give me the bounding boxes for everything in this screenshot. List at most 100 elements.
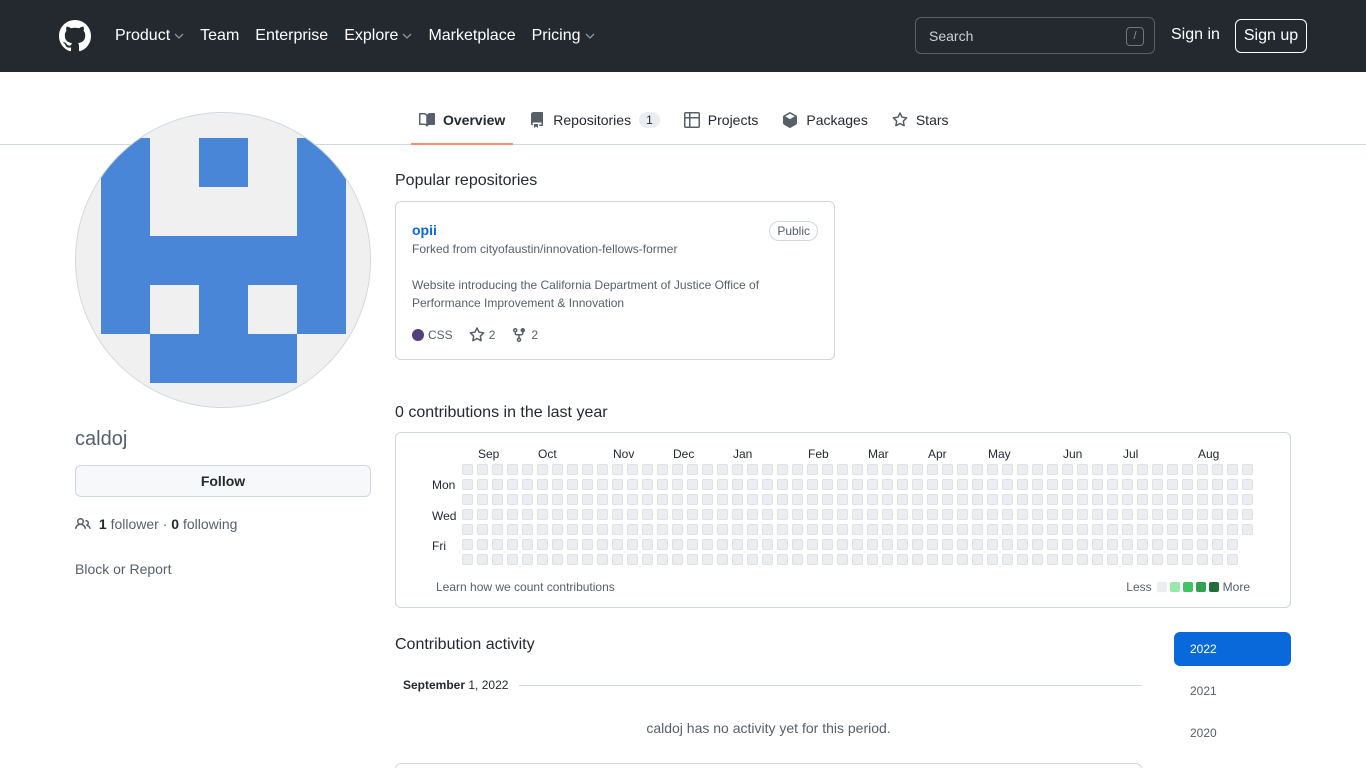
contribution-day-cell[interactable] xyxy=(927,479,938,490)
contribution-day-cell[interactable] xyxy=(1062,539,1073,550)
contribution-day-cell[interactable] xyxy=(1197,509,1208,520)
contribution-day-cell[interactable] xyxy=(1002,554,1013,565)
contribution-day-cell[interactable] xyxy=(1122,464,1133,475)
contribution-day-cell[interactable] xyxy=(567,479,578,490)
contribution-day-cell[interactable] xyxy=(957,464,968,475)
contribution-day-cell[interactable] xyxy=(1137,524,1148,535)
contribution-day-cell[interactable] xyxy=(987,479,998,490)
contribution-day-cell[interactable] xyxy=(837,524,848,535)
contribution-day-cell[interactable] xyxy=(507,494,518,505)
contribution-day-cell[interactable] xyxy=(1182,509,1193,520)
contribution-day-cell[interactable] xyxy=(807,464,818,475)
contribution-day-cell[interactable] xyxy=(792,539,803,550)
contribution-day-cell[interactable] xyxy=(807,479,818,490)
contribution-day-cell[interactable] xyxy=(1047,479,1058,490)
tab-repositories[interactable]: Repositories 1 xyxy=(521,96,668,144)
contribution-day-cell[interactable] xyxy=(612,539,623,550)
contribution-day-cell[interactable] xyxy=(822,509,833,520)
contribution-day-cell[interactable] xyxy=(702,539,713,550)
contribution-day-cell[interactable] xyxy=(1062,494,1073,505)
contribution-day-cell[interactable] xyxy=(522,494,533,505)
contribution-day-cell[interactable] xyxy=(927,539,938,550)
contribution-day-cell[interactable] xyxy=(1017,524,1028,535)
year-2021-button[interactable]: 2021 xyxy=(1174,674,1291,708)
contribution-day-cell[interactable] xyxy=(987,524,998,535)
contribution-day-cell[interactable] xyxy=(507,554,518,565)
contribution-day-cell[interactable] xyxy=(792,509,803,520)
tab-overview[interactable]: Overview xyxy=(411,96,514,145)
github-logo-icon[interactable] xyxy=(59,20,91,52)
contribution-day-cell[interactable] xyxy=(657,524,668,535)
contribution-day-cell[interactable] xyxy=(1197,464,1208,475)
contribution-day-cell[interactable] xyxy=(612,494,623,505)
contribution-day-cell[interactable] xyxy=(1212,539,1223,550)
contribution-day-cell[interactable] xyxy=(1032,494,1043,505)
contribution-day-cell[interactable] xyxy=(567,464,578,475)
contribution-day-cell[interactable] xyxy=(1062,479,1073,490)
contribution-day-cell[interactable] xyxy=(537,509,548,520)
contribution-day-cell[interactable] xyxy=(1242,509,1253,520)
contribution-day-cell[interactable] xyxy=(837,554,848,565)
contribution-day-cell[interactable] xyxy=(972,554,983,565)
contribution-day-cell[interactable] xyxy=(897,509,908,520)
contribution-day-cell[interactable] xyxy=(972,494,983,505)
contribution-day-cell[interactable] xyxy=(522,524,533,535)
contribution-day-cell[interactable] xyxy=(987,464,998,475)
contribution-day-cell[interactable] xyxy=(1032,539,1043,550)
contribution-day-cell[interactable] xyxy=(882,494,893,505)
contribution-day-cell[interactable] xyxy=(1047,464,1058,475)
nav-enterprise[interactable]: Enterprise xyxy=(255,27,328,45)
contribution-day-cell[interactable] xyxy=(1077,539,1088,550)
contribution-day-cell[interactable] xyxy=(612,509,623,520)
contribution-day-cell[interactable] xyxy=(807,524,818,535)
contribution-day-cell[interactable] xyxy=(912,479,923,490)
contribution-day-cell[interactable] xyxy=(1077,479,1088,490)
contribution-day-cell[interactable] xyxy=(1197,554,1208,565)
contribution-day-cell[interactable] xyxy=(1032,554,1043,565)
contribution-day-cell[interactable] xyxy=(1212,479,1223,490)
contribution-day-cell[interactable] xyxy=(837,479,848,490)
contribution-day-cell[interactable] xyxy=(672,464,683,475)
contribution-day-cell[interactable] xyxy=(927,509,938,520)
contribution-day-cell[interactable] xyxy=(507,539,518,550)
contribution-day-cell[interactable] xyxy=(1107,509,1118,520)
block-report-link[interactable]: Block or Report xyxy=(75,561,171,577)
contribution-day-cell[interactable] xyxy=(702,524,713,535)
contribution-day-cell[interactable] xyxy=(777,524,788,535)
contribution-day-cell[interactable] xyxy=(792,524,803,535)
contribution-day-cell[interactable] xyxy=(657,509,668,520)
contribution-day-cell[interactable] xyxy=(1227,479,1238,490)
contribution-day-cell[interactable] xyxy=(1137,509,1148,520)
contribution-day-cell[interactable] xyxy=(657,494,668,505)
contribution-day-cell[interactable] xyxy=(942,524,953,535)
nav-marketplace[interactable]: Marketplace xyxy=(428,27,515,45)
learn-contributions-link[interactable]: Learn how we count contributions xyxy=(436,580,615,594)
contribution-day-cell[interactable] xyxy=(492,539,503,550)
contribution-day-cell[interactable] xyxy=(717,554,728,565)
contribution-day-cell[interactable] xyxy=(1152,524,1163,535)
nav-product[interactable]: Product xyxy=(115,27,184,45)
contribution-day-cell[interactable] xyxy=(507,464,518,475)
contribution-day-cell[interactable] xyxy=(1182,539,1193,550)
contribution-day-cell[interactable] xyxy=(687,479,698,490)
contribution-day-cell[interactable] xyxy=(642,509,653,520)
contribution-day-cell[interactable] xyxy=(732,509,743,520)
contribution-day-cell[interactable] xyxy=(1227,539,1238,550)
contribution-day-cell[interactable] xyxy=(882,509,893,520)
contribution-day-cell[interactable] xyxy=(567,524,578,535)
contribution-day-cell[interactable] xyxy=(1092,554,1103,565)
contribution-day-cell[interactable] xyxy=(477,554,488,565)
contribution-day-cell[interactable] xyxy=(1032,509,1043,520)
contribution-day-cell[interactable] xyxy=(522,479,533,490)
contribution-day-cell[interactable] xyxy=(777,494,788,505)
contribution-day-cell[interactable] xyxy=(912,509,923,520)
contribution-day-cell[interactable] xyxy=(1017,479,1028,490)
contribution-day-cell[interactable] xyxy=(477,494,488,505)
contribution-day-cell[interactable] xyxy=(747,539,758,550)
contribution-day-cell[interactable] xyxy=(1062,509,1073,520)
contribution-day-cell[interactable] xyxy=(957,509,968,520)
contribution-day-cell[interactable] xyxy=(897,539,908,550)
contribution-day-cell[interactable] xyxy=(912,494,923,505)
contribution-day-cell[interactable] xyxy=(477,479,488,490)
nav-team[interactable]: Team xyxy=(200,27,239,45)
